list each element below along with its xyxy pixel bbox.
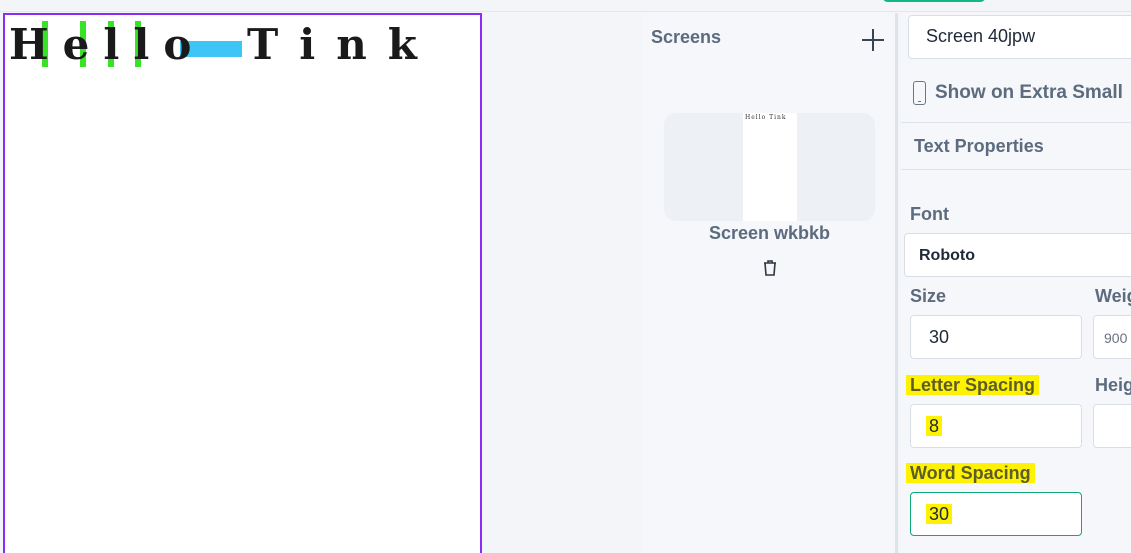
divider	[901, 169, 1131, 170]
add-screen-icon[interactable]	[858, 25, 888, 55]
size-input[interactable]: 30	[910, 315, 1082, 359]
properties-panel: Screen 40jpw Show on Extra Small Text Pr…	[901, 13, 1131, 553]
top-strip	[0, 0, 1131, 12]
size-label: Size	[910, 286, 947, 306]
device-visibility-toggle[interactable]: Show on Extra Small	[913, 81, 1123, 105]
thumbnail-page: Hello Tink	[743, 113, 797, 221]
thumbnail-text: Hello Tink	[745, 114, 787, 121]
height-label: Heig	[1095, 375, 1131, 395]
headline-word-tink[interactable]: Tink	[247, 20, 438, 70]
weight-input[interactable]: 900	[1093, 315, 1131, 359]
publish-button[interactable]	[882, 0, 986, 2]
word-spacing-label: Word Spacing	[906, 463, 1035, 484]
app-root: Hello Tink Screens Hello Tink Screen wkb…	[0, 0, 1131, 553]
weight-label: Weig	[1095, 286, 1131, 306]
screen-name[interactable]: Screen wkbkb	[664, 223, 875, 244]
height-input[interactable]	[1093, 404, 1131, 448]
screen-name-field[interactable]: Screen 40jpw	[908, 15, 1131, 59]
phone-icon	[913, 81, 926, 105]
divider	[901, 122, 1131, 123]
letter-spacing-label-text: Letter Spacing	[906, 375, 1040, 395]
text-properties-title[interactable]: Text Properties	[914, 136, 1044, 157]
word-spacing-value: 30	[926, 504, 953, 524]
font-select[interactable]: Roboto	[904, 233, 1131, 277]
font-label: Font	[910, 204, 949, 224]
screen-frame[interactable]: Hello Tink	[3, 13, 482, 553]
screens-panel: Screens Hello Tink Screen wkbkb	[642, 13, 898, 553]
headline-word-hello[interactable]: Hello	[9, 20, 205, 70]
letter-spacing-value: 8	[926, 416, 943, 436]
trash-icon[interactable]	[760, 258, 780, 278]
screens-title: Screens	[651, 27, 722, 47]
word-spacing-label-text: Word Spacing	[906, 463, 1035, 483]
letter-spacing-label: Letter Spacing	[906, 375, 1040, 396]
letter-spacing-input[interactable]: 8	[910, 404, 1082, 448]
word-spacing-input[interactable]: 30	[910, 492, 1082, 536]
screen-thumbnail[interactable]: Hello Tink	[664, 113, 875, 221]
device-label: Show on Extra Small	[935, 82, 1123, 104]
